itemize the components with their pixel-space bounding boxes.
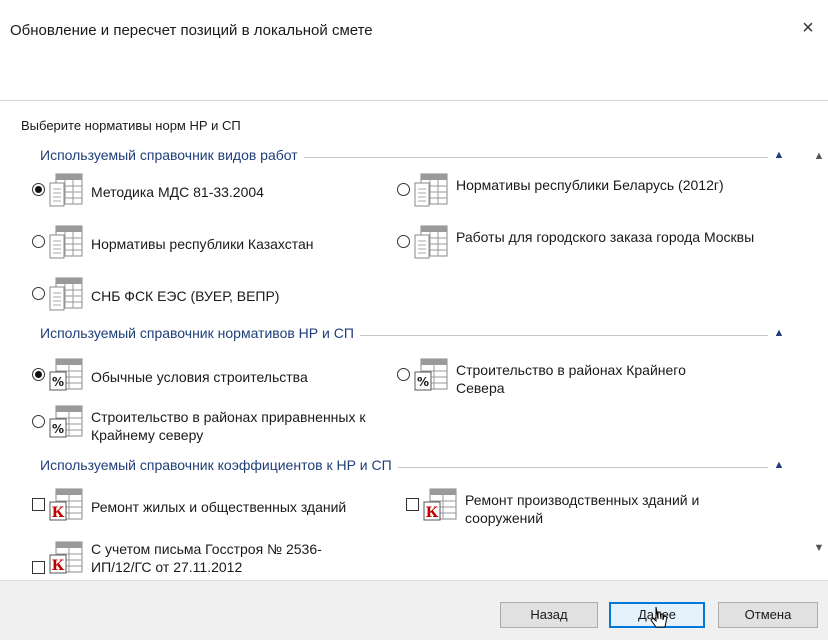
- scroll-up-icon[interactable]: ▲: [810, 147, 828, 165]
- options-scroll-area[interactable]: Используемый справочник видов работ ▲ Ме…: [20, 137, 800, 580]
- option-label: СНБ ФСК ЕЭС (ВУЕР, ВЕПР): [91, 288, 280, 304]
- k-table-icon: К: [423, 488, 459, 522]
- option-moscow[interactable]: Работы для городского заказа города Моск…: [397, 225, 757, 259]
- collapse-icon[interactable]: ▲: [770, 146, 788, 164]
- radio-button[interactable]: [32, 235, 45, 248]
- radio-button[interactable]: [32, 368, 45, 381]
- group-title: Используемый справочник нормативов НР и …: [40, 325, 360, 341]
- mouse-pointer-icon: [650, 606, 668, 628]
- collapse-icon[interactable]: ▲: [770, 324, 788, 342]
- option-label: Нормативы республики Беларусь (2012г): [456, 177, 724, 193]
- percent-table-icon: %: [49, 405, 85, 439]
- svg-text:К: К: [52, 505, 65, 521]
- option-snb-fsk[interactable]: СНБ ФСК ЕЭС (ВУЕР, ВЕПР): [32, 277, 279, 311]
- document-grid-icon: [49, 277, 85, 311]
- svg-text:%: %: [52, 422, 64, 436]
- option-kazakhstan[interactable]: Нормативы республики Казахстан: [32, 225, 314, 259]
- collapse-icon[interactable]: ▲: [770, 456, 788, 474]
- options-panel: Используемый справочник видов работ ▲ Ме…: [20, 137, 828, 580]
- percent-table-icon: %: [49, 358, 85, 392]
- option-label: Ремонт производственных зданий и сооруже…: [465, 492, 700, 526]
- back-button[interactable]: Назад: [500, 602, 598, 628]
- radio-button[interactable]: [32, 183, 45, 196]
- window-title: Обновление и пересчет позиций в локально…: [10, 22, 373, 39]
- checkbox[interactable]: [32, 498, 45, 511]
- svg-text:%: %: [417, 375, 429, 389]
- option-mds[interactable]: Методика МДС 81-33.2004: [32, 173, 264, 207]
- option-industrial-repair[interactable]: К Ремонт производственных зданий и соору…: [406, 488, 766, 527]
- group-header-work-types: Используемый справочник видов работ ▲: [20, 147, 790, 167]
- radio-button[interactable]: [397, 368, 410, 381]
- option-label: Нормативы республики Казахстан: [91, 236, 314, 252]
- k-table-icon: К: [49, 488, 85, 522]
- option-label: Методика МДС 81-33.2004: [91, 184, 264, 200]
- radio-button[interactable]: [32, 415, 45, 428]
- option-label: Строительство в районах приравненных к К…: [91, 409, 366, 443]
- radio-button[interactable]: [397, 183, 410, 196]
- group-title: Используемый справочник видов работ: [40, 147, 304, 163]
- document-grid-icon: [49, 173, 85, 207]
- radio-button[interactable]: [397, 235, 410, 248]
- document-grid-icon: [414, 225, 450, 259]
- svg-text:К: К: [426, 505, 439, 521]
- option-far-north[interactable]: % Строительство в районах Крайнего Север…: [397, 358, 757, 397]
- k-table-icon: К: [49, 541, 85, 575]
- option-label: С учетом письма Госстроя № 2536-ИП/12/ГС…: [91, 541, 322, 575]
- checkbox[interactable]: [32, 561, 45, 574]
- checkbox[interactable]: [406, 498, 419, 511]
- option-belarus[interactable]: Нормативы республики Беларусь (2012г): [397, 173, 757, 207]
- button-bar: Назад Далее Отмена: [0, 580, 828, 640]
- percent-table-icon: %: [414, 358, 450, 392]
- option-gosstroy-letter[interactable]: К С учетом письма Госстроя № 2536-ИП/12/…: [32, 537, 392, 576]
- vertical-scrollbar[interactable]: ▲ ▼: [810, 137, 828, 580]
- group-title: Используемый справочник коэффициентов к …: [40, 457, 398, 473]
- group-header-coefficients: Используемый справочник коэффициентов к …: [20, 457, 790, 477]
- group-header-overhead: Используемый справочник нормативов НР и …: [20, 325, 790, 345]
- document-grid-icon: [49, 225, 85, 259]
- radio-button[interactable]: [32, 287, 45, 300]
- cancel-button[interactable]: Отмена: [718, 602, 818, 628]
- option-label: Строительство в районах Крайнего Севера: [456, 362, 686, 396]
- title-bar: Обновление и пересчет позиций в локально…: [0, 0, 828, 101]
- option-residential-repair[interactable]: К Ремонт жилых и общественных зданий: [32, 488, 346, 522]
- option-label: Работы для городского заказа города Моск…: [456, 229, 755, 245]
- scroll-down-icon[interactable]: ▼: [810, 539, 828, 557]
- option-label: Ремонт жилых и общественных зданий: [91, 499, 347, 515]
- option-normal-conditions[interactable]: % Обычные условия строительства: [32, 358, 308, 392]
- document-grid-icon: [414, 173, 450, 207]
- option-near-north[interactable]: % Строительство в районах приравненных к…: [32, 405, 392, 444]
- svg-text:%: %: [52, 375, 64, 389]
- prompt-label: Выберите нормативы норм НР и СП: [21, 118, 241, 133]
- close-icon[interactable]: ×: [796, 16, 820, 40]
- svg-text:К: К: [52, 558, 65, 574]
- option-label: Обычные условия строительства: [91, 369, 308, 385]
